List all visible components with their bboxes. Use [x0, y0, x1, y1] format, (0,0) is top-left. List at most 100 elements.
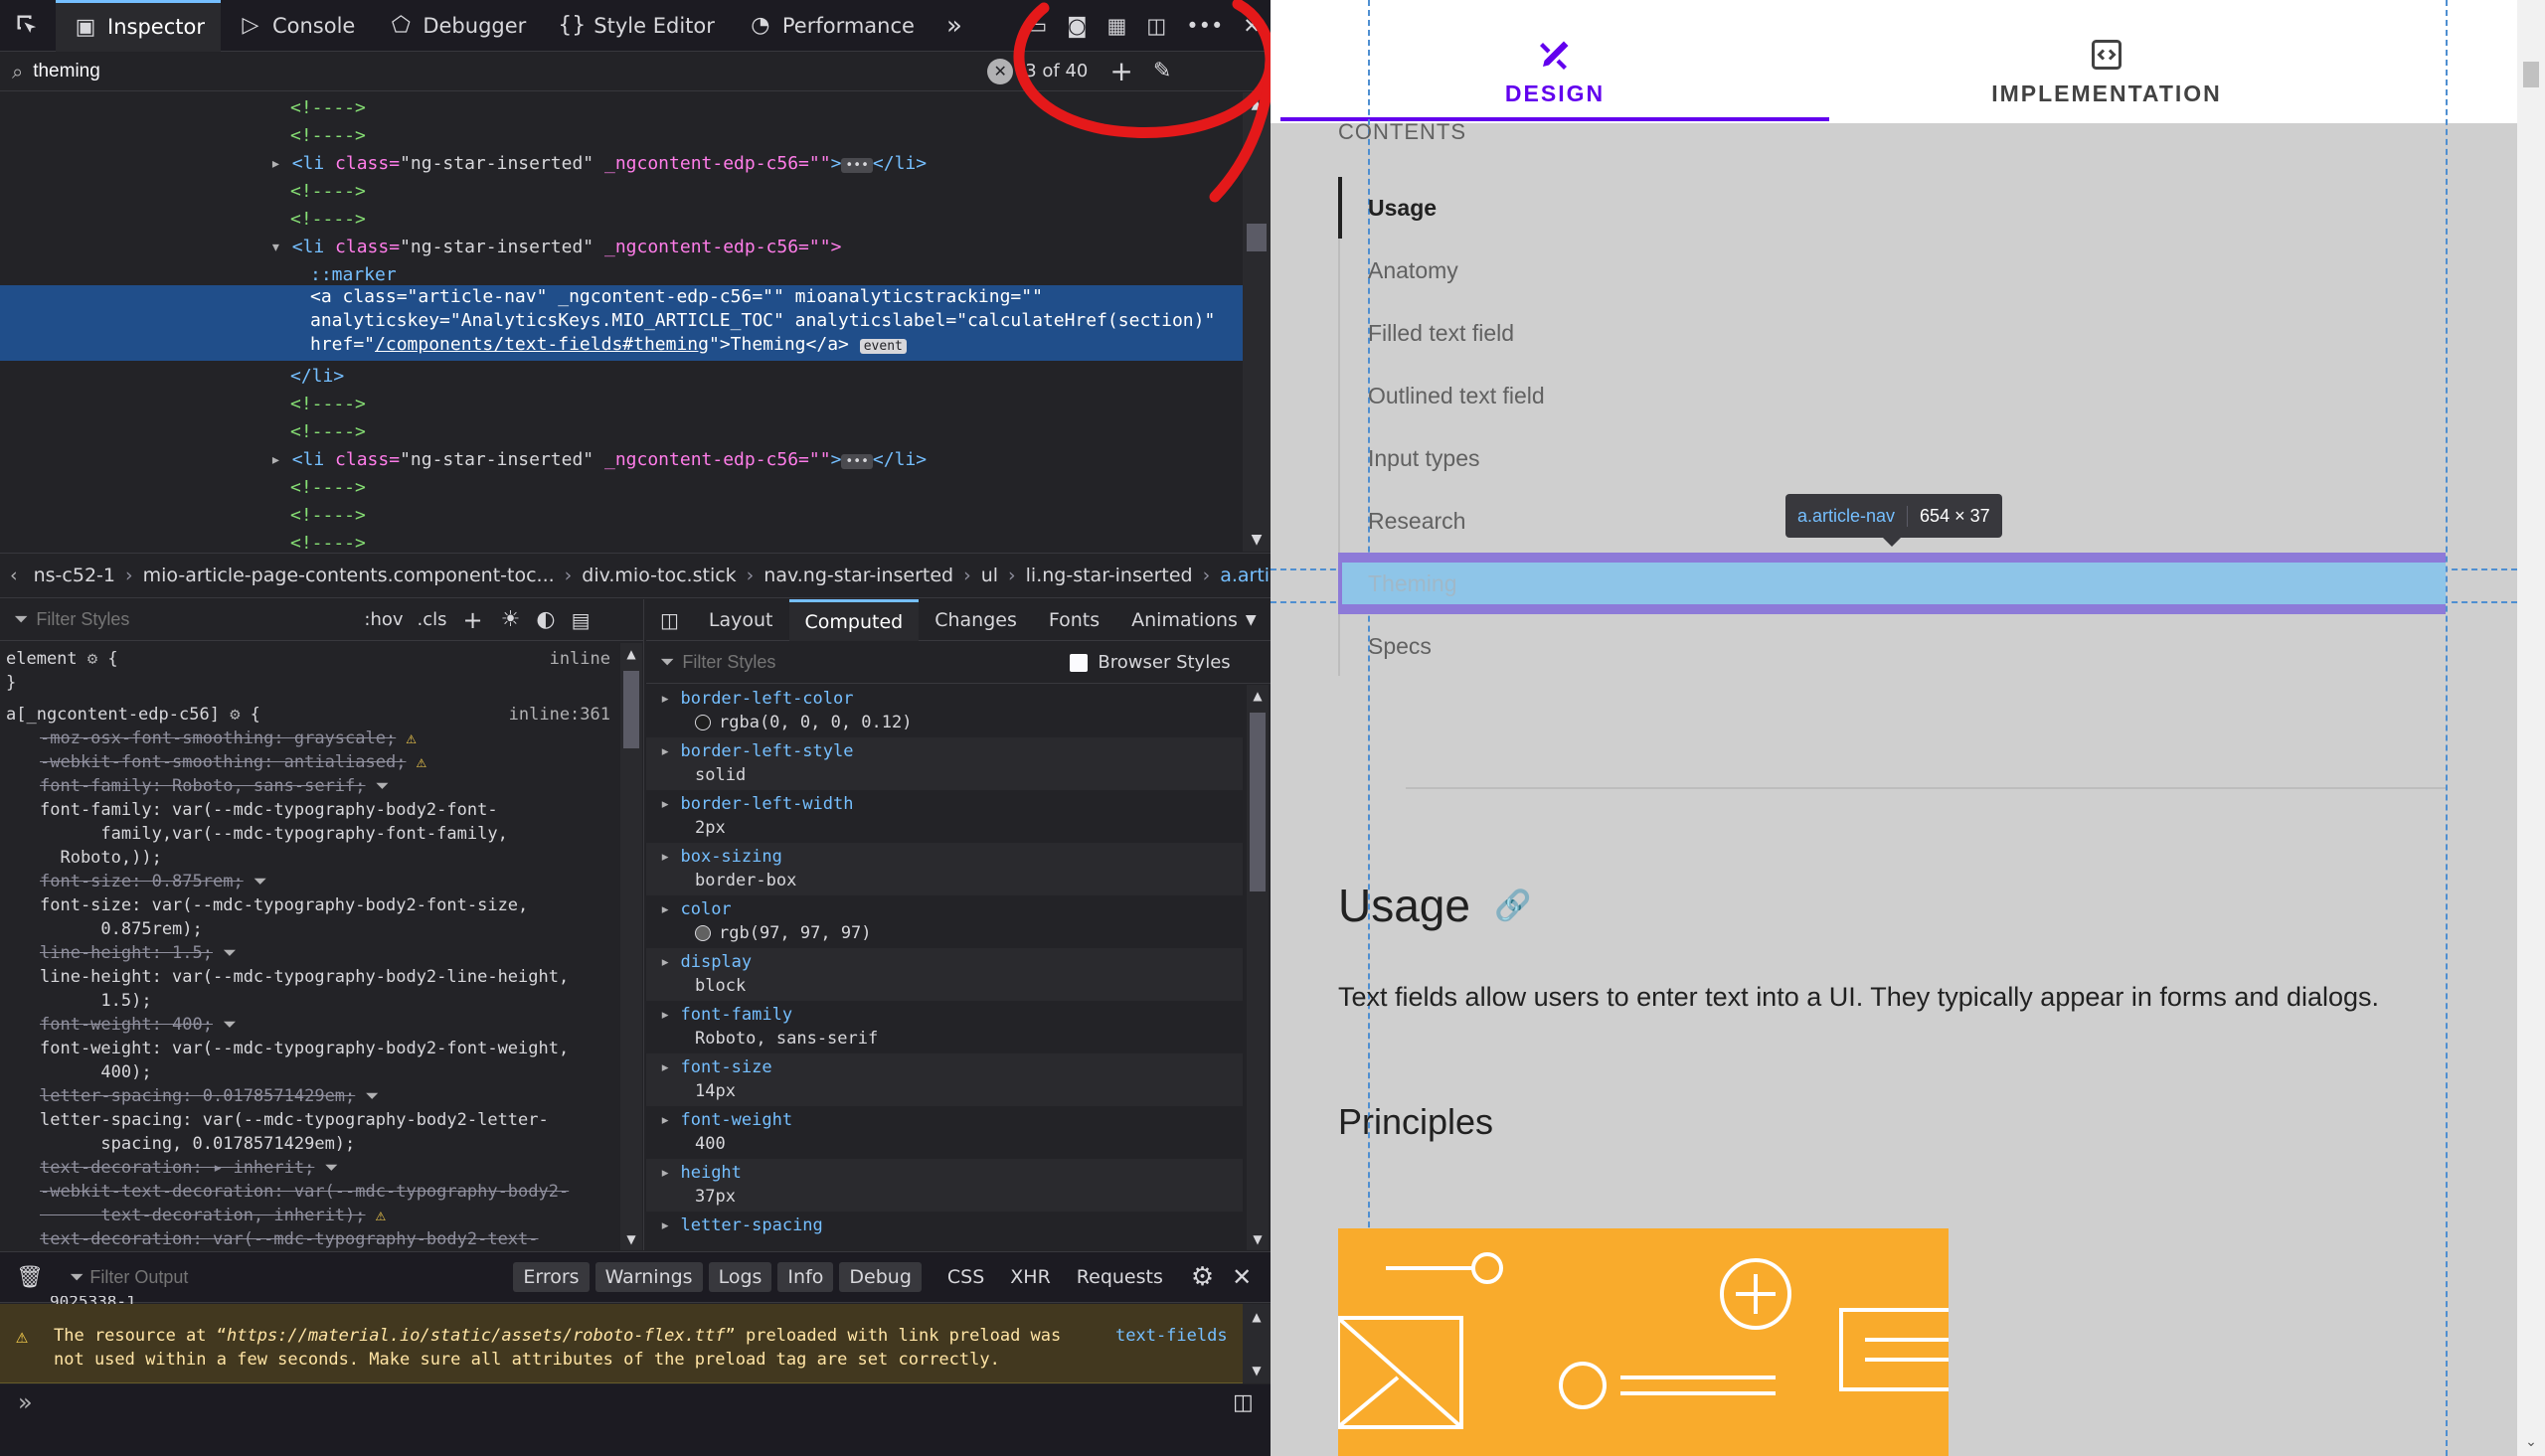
breadcrumb-item[interactable]: ul	[971, 565, 1008, 586]
expand-arrow-icon[interactable]: ▸	[660, 1005, 680, 1025]
computed-property[interactable]: ▸ font-size 14px	[646, 1053, 1243, 1106]
computed-scrollbar[interactable]: ▲ ▼	[1247, 685, 1269, 1250]
close-console-icon[interactable]: ✕	[1232, 1263, 1252, 1291]
toc-item[interactable]: Outlined text field	[1368, 383, 1545, 409]
css-declaration[interactable]: family,var(--mdc-typography-font-family,	[0, 822, 616, 846]
filter-icon[interactable]: ⏷	[366, 776, 390, 796]
tab-computed[interactable]: Computed	[788, 599, 920, 641]
console-filter-input[interactable]	[89, 1266, 508, 1288]
expand-arrow-icon[interactable]: ▸	[270, 153, 292, 174]
css-declaration[interactable]: line-height: 1.5; ⏷	[0, 941, 616, 965]
filter-logs-button[interactable]: Logs	[708, 1262, 772, 1292]
page-scrollbar[interactable]: ⌄	[2517, 0, 2545, 1456]
markup-line-li[interactable]: ▸ <li class="ng-star-inserted" _ngconten…	[0, 150, 1243, 178]
browser-styles-checkbox[interactable]	[1070, 653, 1089, 672]
computed-property[interactable]: ▸ border-left-color rgba(0, 0, 0, 0.12)	[646, 685, 1243, 737]
breadcrumb-item[interactable]: ns-c52-1	[24, 565, 125, 586]
computed-property[interactable]: ▸ font-weight 400	[646, 1106, 1243, 1159]
computed-filter-input[interactable]	[682, 652, 1071, 673]
breadcrumb-item[interactable]: nav.ng-star-inserted	[754, 565, 963, 586]
css-declaration[interactable]: Roboto,));	[0, 846, 616, 870]
expand-arrow-icon[interactable]: ▸	[660, 1163, 680, 1183]
class-toggle[interactable]: .cls	[418, 609, 447, 630]
tab-changes[interactable]: Changes	[919, 609, 1033, 631]
responsive-design-button[interactable]: ▭	[1017, 0, 1057, 52]
light-mode-icon[interactable]: ☀	[501, 607, 521, 632]
css-declaration[interactable]: line-height: var(--mdc-typography-body2-…	[0, 965, 616, 989]
collapse-arrow-icon[interactable]: ▾	[270, 237, 292, 257]
hover-pseudo-toggle[interactable]: :hov	[364, 609, 403, 630]
expand-arrow-icon[interactable]: ▸	[660, 1215, 680, 1235]
css-declaration[interactable]: font-family: Roboto, sans-serif; ⏷	[0, 774, 616, 798]
filter-warnings-button[interactable]: Warnings	[594, 1262, 703, 1292]
scrollbar-thumb[interactable]	[1250, 713, 1266, 891]
rulers-button[interactable]: ▦	[1098, 0, 1137, 52]
css-declaration[interactable]: -webkit-font-smoothing: antialiased; ⚠	[0, 750, 616, 774]
print-media-icon[interactable]: ▤	[572, 608, 591, 632]
close-devtools-button[interactable]: ✕	[1233, 0, 1271, 52]
toc-item[interactable]: Usage	[1368, 195, 1437, 222]
css-declaration[interactable]: 400);	[0, 1060, 616, 1084]
computed-property[interactable]: ▸ letter-spacing	[646, 1212, 1243, 1250]
css-declaration[interactable]: text-decoration, inherit); ⚠	[0, 1204, 616, 1227]
ellipsis-badge[interactable]: •••	[841, 158, 873, 173]
rules-filter-input[interactable]	[36, 609, 365, 630]
filter-debug-button[interactable]: Debug	[839, 1262, 922, 1292]
dark-mode-icon[interactable]: ◐	[536, 607, 555, 632]
scroll-down-icon[interactable]: ▼	[1247, 1232, 1269, 1246]
console-input[interactable]: » ◫	[0, 1384, 1271, 1456]
toggle-sidebar-icon[interactable]: ◫	[646, 608, 693, 632]
color-swatch-icon[interactable]	[695, 715, 711, 730]
scroll-up-icon[interactable]: ▲	[1243, 1304, 1271, 1324]
css-declaration[interactable]: text-decoration: var(--mdc-typography-bo…	[0, 1227, 616, 1250]
tab-fonts[interactable]: Fonts	[1033, 609, 1115, 631]
expand-arrow-icon[interactable]: ▸	[270, 449, 292, 470]
scroll-down-icon[interactable]: ▼	[620, 1232, 642, 1246]
tab-layout[interactable]: Layout	[693, 609, 789, 631]
computed-property[interactable]: ▸ display block	[646, 948, 1243, 1001]
warning-source-link[interactable]: text-fields	[1115, 1326, 1228, 1346]
color-swatch-icon[interactable]	[695, 925, 711, 941]
computed-property[interactable]: ▸ border-left-width 2px	[646, 790, 1243, 843]
breadcrumb-item[interactable]: mio-article-page-contents.component-toc.…	[133, 565, 565, 586]
expand-arrow-icon[interactable]: ▸	[660, 741, 680, 761]
rule-source[interactable]: inline:361	[509, 703, 610, 727]
link-icon[interactable]: 🔗	[1494, 889, 1531, 923]
breadcrumb-item-current[interactable]: a.article-nav	[1210, 565, 1271, 586]
computed-property[interactable]: ▸ font-family Roboto, sans-serif	[646, 1001, 1243, 1053]
filter-icon[interactable]: ⏷	[355, 1086, 380, 1106]
computed-property[interactable]: ▸ border-left-style solid	[646, 737, 1243, 790]
filter-icon[interactable]: ⏷	[213, 1015, 237, 1035]
toc-item[interactable]: Theming	[1368, 570, 1456, 597]
tab-console[interactable]: ▷ Console	[221, 0, 371, 52]
css-declaration[interactable]: spacing, 0.0178571429em);	[0, 1132, 616, 1156]
tab-style-editor[interactable]: {} Style Editor	[542, 0, 731, 52]
console-settings-icon[interactable]: ⚙	[1191, 1262, 1214, 1292]
tab-performance[interactable]: ◔ Performance	[731, 0, 931, 52]
warning-icon[interactable]: ⚠	[406, 752, 426, 772]
rule-selector[interactable]: element	[6, 649, 78, 669]
scroll-up-icon[interactable]: ▲	[1247, 685, 1269, 703]
expand-arrow-icon[interactable]: ▸	[660, 794, 680, 814]
filter-css-button[interactable]: CSS	[937, 1262, 994, 1292]
filter-errors-button[interactable]: Errors	[513, 1262, 590, 1292]
markup-line-li-expanded[interactable]: ▾ <li class="ng-star-inserted" _ngconten…	[0, 234, 1243, 261]
trash-icon[interactable]: 🗑	[16, 1265, 44, 1290]
scrollbar-thumb[interactable]	[1247, 224, 1267, 251]
toc-item[interactable]: Filled text field	[1368, 320, 1514, 347]
css-declaration[interactable]: font-size: 0.875rem; ⏷	[0, 870, 616, 893]
scroll-down-icon[interactable]: ▼	[1243, 532, 1271, 548]
tab-inspector[interactable]: ▣ Inspector	[56, 0, 221, 52]
filter-icon[interactable]: ⏷	[244, 872, 267, 891]
tabs-dropdown-icon[interactable]: ▼	[1246, 612, 1257, 628]
add-rule-icon[interactable]: +	[463, 606, 483, 634]
toc-item[interactable]: Specs	[1368, 633, 1432, 660]
scroll-down-icon[interactable]: ▼	[1243, 1364, 1271, 1377]
filter-icon[interactable]: ⏷	[213, 943, 237, 963]
tab-implementation[interactable]: IMPLEMENTATION	[1829, 24, 2384, 119]
scrollbar-thumb[interactable]	[623, 671, 639, 748]
toc-item[interactable]: Research	[1368, 508, 1465, 535]
scroll-up-icon[interactable]: ▲	[1243, 92, 1271, 112]
css-declaration[interactable]: font-size: var(--mdc-typography-body2-fo…	[0, 893, 616, 917]
ellipsis-badge[interactable]: •••	[841, 454, 873, 469]
